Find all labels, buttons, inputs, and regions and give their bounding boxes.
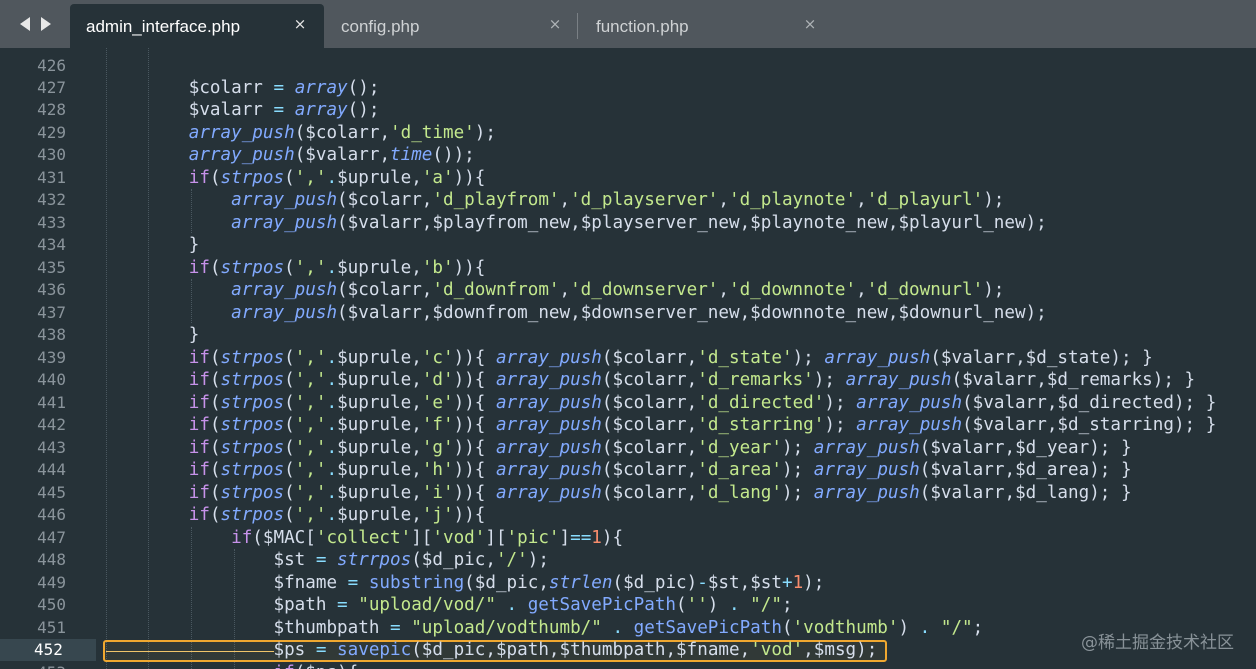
triangle-right-icon[interactable]: [41, 17, 51, 31]
code-line: $st = strrpos($d_pic,'/');: [273, 550, 549, 570]
line-number: 433: [37, 213, 66, 232]
line-number: 447: [37, 528, 66, 547]
line-number: 441: [37, 393, 66, 412]
code-line: array_push($valarr,time());: [188, 145, 475, 165]
line-number: 430: [37, 145, 66, 164]
line-number: 428: [37, 100, 66, 119]
line-number: 426: [37, 56, 66, 75]
code-editor[interactable]: 426 427 428 429 430 431 432 433 434 435 436 437 438 4…: [0, 48, 1256, 669]
code-line: array_push($valarr,$playfrom_new,$playse…: [231, 213, 1047, 233]
code-line: array_push($colarr,'d_time');: [188, 123, 496, 143]
tab-label: function.php: [596, 17, 689, 36]
tab-navigation: [6, 0, 66, 48]
line-number: 449: [37, 573, 66, 592]
line-number: 435: [37, 258, 66, 277]
code-line: array_push($colarr,'d_playfrom','d_plays…: [231, 190, 1005, 210]
tab-bar: admin_interface.php × config.php × funct…: [0, 0, 1256, 48]
line-number: 450: [37, 595, 66, 614]
line-number: 429: [37, 123, 66, 142]
code-line: $thumbpath = "upload/vodthumb/" . getSav…: [273, 618, 984, 638]
line-number-gutter: 426 427 428 429 430 431 432 433 434 435 436 437 438 4…: [0, 48, 96, 669]
tab-function[interactable]: function.php ×: [580, 4, 830, 48]
watermark: @稀土掘金技术社区: [1081, 633, 1234, 653]
line-number: 446: [37, 505, 66, 524]
line-number: 453: [0, 662, 66, 669]
code-line: if(strpos(','.$uprule,'c')){ array_push(…: [188, 348, 1153, 368]
line-number: 451: [37, 618, 66, 637]
tab-admin-interface[interactable]: admin_interface.php ×: [70, 4, 324, 48]
code-line: if($MAC['collect']['vod']['pic']==1){: [231, 528, 624, 548]
line-number: 440: [37, 370, 66, 389]
code-line: if(strpos(','.$uprule,'d')){ array_push(…: [188, 370, 1196, 390]
current-line-number: 452: [0, 639, 96, 661]
line-number: 431: [37, 168, 66, 187]
code-line: if(strpos(','.$uprule,'i')){ array_push(…: [188, 483, 1132, 503]
code-line: if(strpos(','.$uprule,'j')){: [188, 505, 486, 525]
code-line: if($ps){: [104, 662, 358, 669]
editor-window: admin_interface.php × config.php × funct…: [0, 0, 1256, 669]
line-number: 439: [37, 348, 66, 367]
line-number: 437: [37, 303, 66, 322]
code-line: if(strpos(','.$uprule,'g')){ array_push(…: [188, 438, 1132, 458]
code-line: }: [188, 325, 200, 345]
code-line: $ps = savepic($d_pic,$path,$thumbpath,$f…: [273, 640, 878, 660]
code-line: if(strpos(','.$uprule,'h')){ array_push(…: [188, 460, 1132, 480]
line-number: 438: [37, 325, 66, 344]
line-number: 427: [37, 78, 66, 97]
code-line: $fname = substring($d_pic,strlen($d_pic)…: [273, 573, 825, 593]
code-line: if(strpos(','.$uprule,'a')){: [188, 168, 486, 188]
tab-config[interactable]: config.php ×: [325, 4, 575, 48]
line-number: 432: [37, 190, 66, 209]
triangle-left-icon[interactable]: [20, 17, 30, 31]
code-line: $valarr = array();: [188, 100, 380, 120]
close-icon[interactable]: ×: [292, 16, 308, 32]
tab-label: config.php: [341, 17, 420, 36]
code-line: $colarr = array();: [188, 78, 380, 98]
line-number: 448: [37, 550, 66, 569]
tab-divider: [577, 13, 578, 39]
line-number: 443: [37, 438, 66, 457]
code-line: }: [188, 235, 200, 255]
code-line: array_push($valarr,$downfrom_new,$downse…: [231, 303, 1047, 323]
code-line: if(strpos(','.$uprule,'b')){: [188, 258, 486, 278]
code-line: $path = "upload/vod/" . getSavePicPath('…: [273, 595, 793, 615]
close-icon[interactable]: ×: [802, 16, 818, 32]
line-number: 445: [37, 483, 66, 502]
code-line: if(strpos(','.$uprule,'f')){ array_push(…: [188, 415, 1217, 435]
line-number: 442: [37, 415, 66, 434]
line-number: 444: [37, 460, 66, 479]
code-line: if(strpos(','.$uprule,'e')){ array_push(…: [188, 393, 1217, 413]
line-number: 436: [37, 280, 66, 299]
tab-label: admin_interface.php: [86, 17, 241, 36]
code-line: array_push($colarr,'d_downfrom','d_downs…: [231, 280, 1005, 300]
close-icon[interactable]: ×: [547, 16, 563, 32]
line-number: 434: [37, 235, 66, 254]
